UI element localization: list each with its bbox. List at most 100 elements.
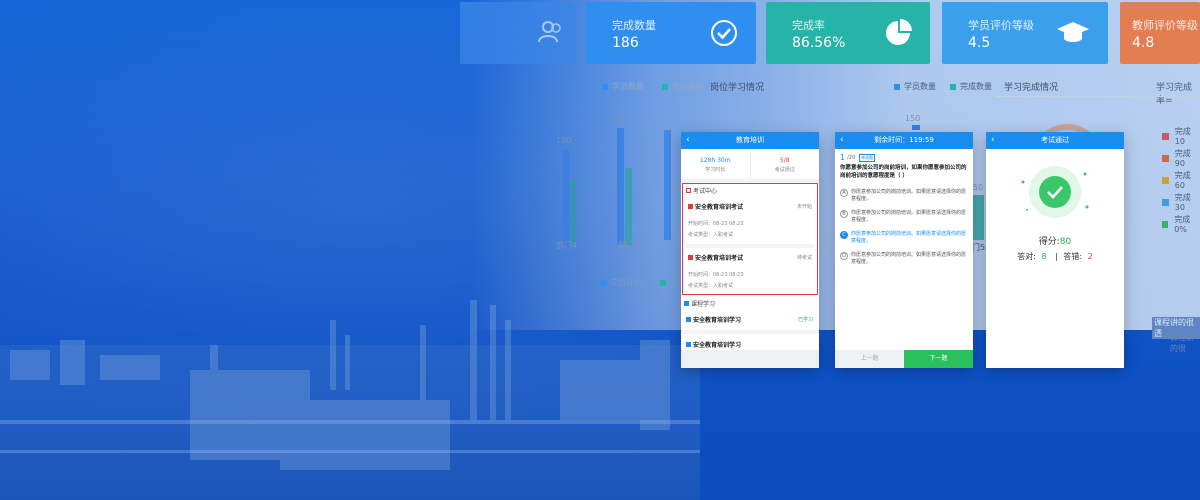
legend-bottom: 学员评价 教师 xyxy=(600,277,686,288)
chart-bar xyxy=(625,168,632,245)
stat-label: 学员评价等级 xyxy=(968,19,1034,32)
phone3-title: 考试通过 xyxy=(1041,136,1069,144)
course-item-icon xyxy=(686,342,691,347)
legend-label: 学员数量 xyxy=(612,82,644,91)
study-time-label: 学习时长 xyxy=(705,167,726,173)
check-circle-icon xyxy=(711,20,737,46)
option-text: 你愿意参加公司的岗前培训。如果愿意请选择你的愿意程度。 xyxy=(851,252,967,265)
course-icon xyxy=(684,301,689,306)
option-a[interactable]: A 你愿意参加公司的岗前培训。如果愿意请选择你的愿意程度。 xyxy=(840,189,968,203)
answer-stats: 答对: 8 | 答错: 2 xyxy=(986,251,1124,262)
question-progress-current: 1 xyxy=(840,153,846,162)
option-key: A xyxy=(840,189,848,197)
divider xyxy=(996,96,1200,97)
legend-left: 学员数量 完成数量 xyxy=(602,81,704,92)
option-text: 你愿意参加公司的岗前培训。如果愿意请选择你的愿意程度。 xyxy=(851,210,967,223)
wrong-count: 2 xyxy=(1087,252,1093,261)
phone-exam-question: ‹ 剩余时间：119:59 1 /20 单选题 你愿意参加公司的岗前培训，如果你… xyxy=(835,132,973,368)
axis-tick: 150 xyxy=(905,114,921,123)
option-c-selected[interactable]: C 你愿意参加公司的岗前培训。如果愿意请选择你的愿意程度。 xyxy=(840,231,968,245)
completion-legend-item: 完成60 xyxy=(1162,170,1200,190)
city-skyline-image xyxy=(0,300,700,500)
countdown-timer: 剩余时间：119:59 xyxy=(874,136,934,144)
stat-value: 86.56% xyxy=(792,35,846,51)
phone1-header: ‹ 教育培训 xyxy=(681,132,819,149)
course-name: 安全教育培训学习 xyxy=(693,342,742,349)
phone2-header: ‹ 剩余时间：119:59 xyxy=(835,132,973,149)
option-list: A 你愿意参加公司的岗前培训。如果愿意请选择你的愿意程度。 B 你愿意参加公司的… xyxy=(835,180,973,268)
option-b[interactable]: B 你愿意参加公司的岗前培训。如果愿意请选择你的愿意程度。 xyxy=(840,210,968,224)
wrong-label: 答错: xyxy=(1063,252,1083,261)
exam-center-title: 考试中心 xyxy=(693,188,718,195)
exam-type: 考试类型：入职考试 xyxy=(688,232,734,238)
option-d[interactable]: D 你愿意参加公司的岗前培训。如果愿意请选择你的愿意程度。 xyxy=(840,252,968,266)
correct-label: 答对: xyxy=(1017,252,1036,261)
stat-label: 完成率 xyxy=(792,19,825,32)
axis-tick: 50 xyxy=(973,183,984,192)
score-line: 得分:80 xyxy=(986,234,1124,247)
course-item[interactable]: 安全教育培训学习 已学习 xyxy=(681,309,819,334)
exam-pass-label: 考试通过 xyxy=(774,167,795,173)
question-progress-total: /20 xyxy=(847,154,856,161)
exam-status: 未开始 xyxy=(796,204,812,210)
back-icon[interactable]: ‹ xyxy=(991,132,995,149)
completion-title: 学习完成情况 xyxy=(1004,83,1059,93)
stat-label: 完成数量 xyxy=(612,19,656,32)
exam-time: 开始时间：08-23 08:23 xyxy=(688,272,744,278)
course-status: 已学习 xyxy=(797,317,813,323)
study-summary: 128h 30m 学习时长 5/8 考试通过 xyxy=(681,149,819,183)
prev-question-button[interactable]: 上一题 xyxy=(835,350,904,368)
question-type-badge: 单选题 xyxy=(859,153,876,162)
separator: | xyxy=(1055,252,1058,261)
legend-label: 学员数量 xyxy=(904,82,936,91)
chart-bar xyxy=(563,150,569,245)
legend-mid: 学员数量 完成数量 xyxy=(894,81,992,92)
stat-value: 186 xyxy=(612,35,639,51)
course-name: 安全教育培训学习 xyxy=(693,317,742,324)
exam-center-icon xyxy=(686,188,691,193)
post-study-title: 岗位学习情况 xyxy=(710,83,765,93)
legend-swatch xyxy=(894,83,900,90)
completion-legend-item: 完成30 xyxy=(1162,192,1200,212)
back-icon[interactable]: ‹ xyxy=(686,132,690,149)
exam-status: 待考试 xyxy=(796,255,812,261)
legend-swatch xyxy=(602,83,608,90)
legend-label: 学员评价 xyxy=(610,278,642,287)
stat-card-users-partial xyxy=(460,2,576,64)
review-note: 课程讲的很 xyxy=(1170,333,1194,353)
course-item-icon xyxy=(686,317,691,322)
graduation-cap-icon xyxy=(1057,22,1089,42)
phone1-footer xyxy=(681,350,819,368)
exam-pass-value: 5/8 xyxy=(779,157,790,164)
stat-card-teacher-rating: 教师评价等级 4.8 xyxy=(1120,2,1200,64)
x-tick: 部门4 xyxy=(556,241,578,250)
score-label: 得分: xyxy=(1038,237,1060,247)
option-key: C xyxy=(840,231,848,239)
chart-bar xyxy=(664,130,671,240)
pie-chart-icon xyxy=(886,19,912,45)
stat-card-completion-rate: 完成率 86.56% xyxy=(766,2,930,64)
exam-time: 开始时间：08-23 08:23 xyxy=(688,221,744,227)
legend-label: 完成数量 xyxy=(960,82,992,91)
legend-swatch xyxy=(660,279,666,286)
exam-card[interactable]: 安全教育培训考试 待考试 开始时间：08-23 08:23 考试类型：入职考试 xyxy=(686,249,814,299)
stat-card-completed: 完成数量 186 xyxy=(586,2,756,64)
phone-education-training: ‹ 教育培训 128h 30m 学习时长 5/8 考试通过 考试中心 安全教育培… xyxy=(681,132,819,368)
exam-type: 考试类型：入职考试 xyxy=(688,283,734,289)
score-value: 80 xyxy=(1059,237,1072,247)
chart-bar xyxy=(972,195,984,240)
axis-tick: 150 xyxy=(614,114,630,123)
chart-bar xyxy=(617,128,624,245)
axis-tick: 100 xyxy=(556,136,572,145)
next-question-button[interactable]: 下一题 xyxy=(904,350,973,368)
option-key: B xyxy=(840,210,848,218)
phone3-header: ‹ 考试通过 xyxy=(986,132,1124,149)
legend-label: 完成数量 xyxy=(672,82,704,91)
exam-card[interactable]: 安全教育培训考试 未开始 开始时间：08-23 08:23 考试类型：入职考试 xyxy=(686,198,814,248)
option-text: 你愿意参加公司的岗前培训。如果愿意请选择你的愿意程度。 xyxy=(851,231,967,244)
chart-bar xyxy=(570,178,576,245)
completion-legend-item: 完成0% xyxy=(1162,214,1200,234)
success-check-icon xyxy=(1021,166,1089,218)
back-icon[interactable]: ‹ xyxy=(840,132,844,149)
x-tick: 部门4 xyxy=(618,241,640,250)
